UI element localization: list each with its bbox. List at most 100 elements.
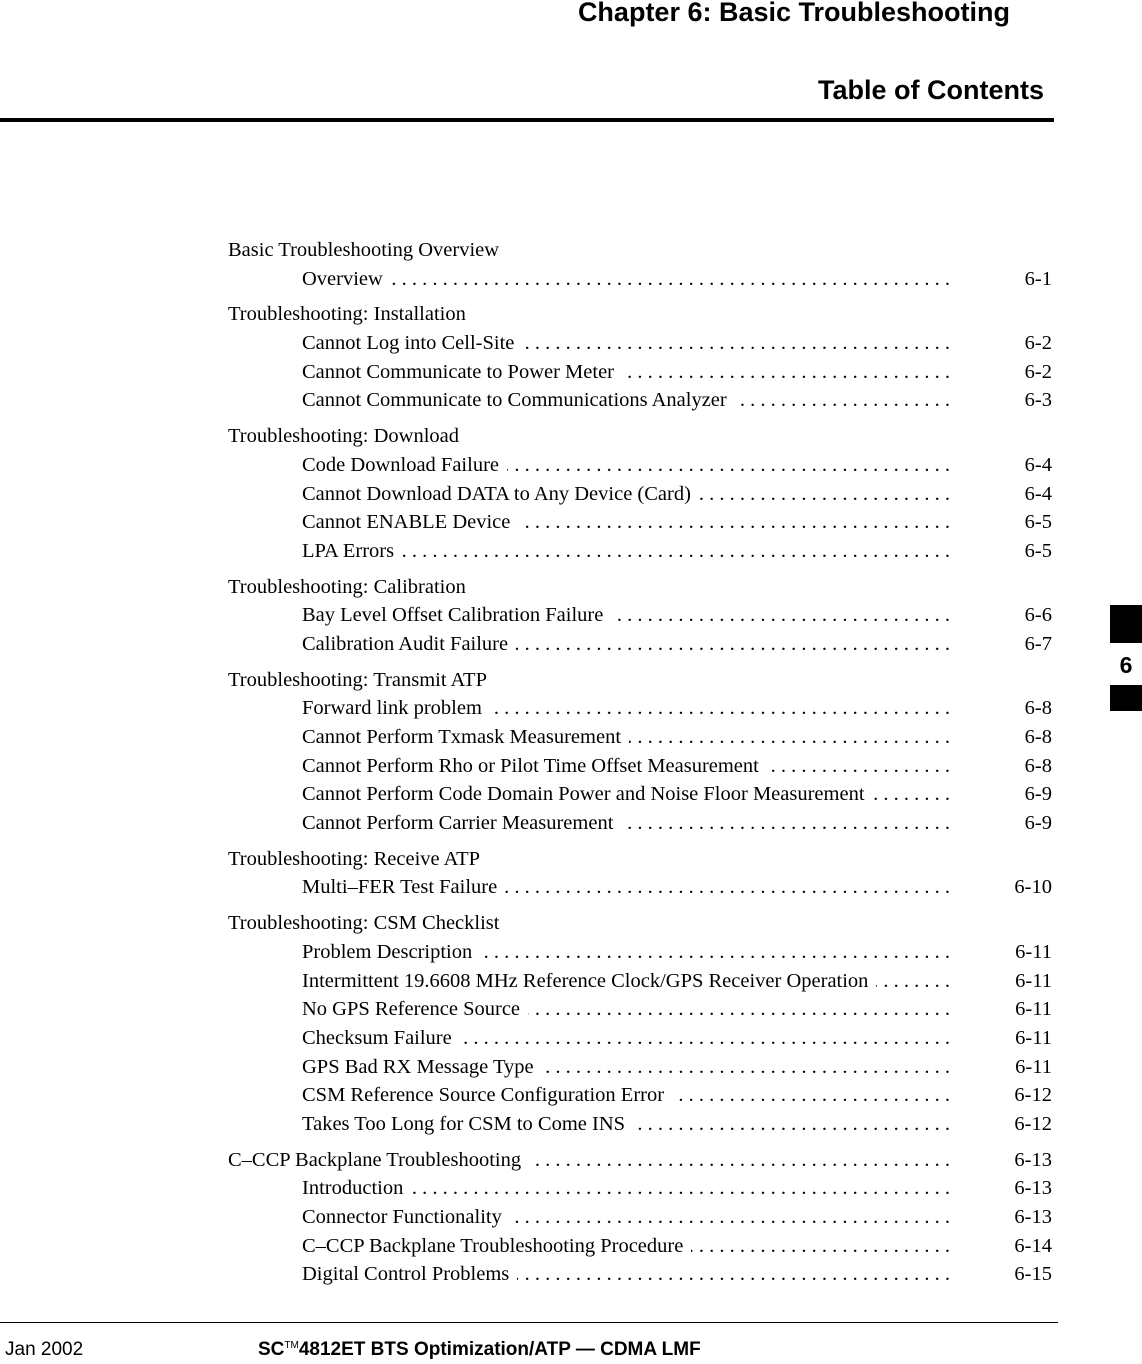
toc-entry[interactable]: . . . . . . . . . . . . . . . . . . . . … <box>0 1203 1142 1232</box>
toc-entry[interactable]: . . . . . . . . . . . . . . . . . . . . … <box>0 1174 1142 1204</box>
page-number: 6-4 <box>1024 453 1052 476</box>
footer-title-prefix: SC <box>258 1339 285 1360</box>
toc-entry[interactable]: . . . . . . . . . . . . . . . . . . . . … <box>0 479 1142 509</box>
toc-entry[interactable]: . . . . . . . . . . . . . . . . . . . . … <box>0 329 1142 358</box>
chapter-title: Chapter 6: Basic Troubleshooting <box>577 0 1010 27</box>
header-rule <box>0 118 1054 122</box>
entry-label: Cannot Perform Rho or Pilot Time Offset … <box>302 751 767 781</box>
entry-label: Forward link problem <box>302 694 490 724</box>
toc-entry[interactable]: . . . . . . . . . . . . . . . . . . . . … <box>0 780 1142 810</box>
page-number: 6-6 <box>1024 604 1052 627</box>
page-number: 6-11 <box>1015 940 1052 963</box>
page-number: 6-5 <box>1024 539 1052 562</box>
toc-entry[interactable]: . . . . . . . . . . . . . . . . . . . . … <box>0 1081 1142 1110</box>
toc-section-heading[interactable]: Troubleshooting: Calibration <box>0 572 1142 602</box>
page-number: 6-11 <box>1015 1055 1052 1078</box>
page-number: 6-5 <box>1024 511 1052 534</box>
toc-entry[interactable]: . . . . . . . . . . . . . . . . . . . . … <box>0 1052 1142 1082</box>
toc-entry[interactable]: . . . . . . . . . . . . . . . . . . . . … <box>0 536 1142 566</box>
toc-entry[interactable]: . . . . . . . . . . . . . . . . . . . . … <box>0 966 1142 996</box>
toc-section-heading[interactable]: Troubleshooting: Receive ATP <box>0 844 1142 874</box>
toc-entry[interactable]: . . . . . . . . . . . . . . . . . . . . … <box>0 264 1142 294</box>
entry-label: No GPS Reference Source <box>302 995 529 1024</box>
toc-entry[interactable]: . . . . . . . . . . . . . . . . . . . . … <box>0 694 1142 724</box>
entry-label: Cannot Download DATA to Any Device (Card… <box>302 479 699 509</box>
trademark-mark: TM <box>284 1340 299 1351</box>
toc-section-heading[interactable]: Basic Troubleshooting Overview <box>0 236 1142 265</box>
toc-entry[interactable]: . . . . . . . . . . . . . . . . . . . . … <box>0 1260 1142 1290</box>
entry-label: Connector Functionality <box>302 1203 510 1232</box>
toc-section-heading[interactable]: Troubleshooting: CSM Checklist <box>0 909 1142 938</box>
entry-label: C–CCP Backplane Troubleshooting Procedur… <box>302 1231 692 1261</box>
toc-section-heading[interactable]: Troubleshooting: Download <box>0 422 1142 451</box>
page-number: 6-8 <box>1024 697 1052 720</box>
toc-section-heading[interactable]: Troubleshooting: Installation <box>0 300 1142 330</box>
toc-entry[interactable]: . . . . . . . . . . . . . . . . . . . . … <box>0 629 1142 659</box>
entry-label: Calibration Audit Failure <box>302 629 517 659</box>
footer-rule <box>0 1322 1058 1323</box>
entry-label: Introduction <box>302 1174 412 1204</box>
page-number: 6-2 <box>1024 360 1052 383</box>
footer-title-rest: 4812ET BTS Optimization/ATP — CDMA LMF <box>298 1339 701 1360</box>
entry-label: Intermittent 19.6608 MHz Reference Clock… <box>302 966 877 996</box>
entry-label: Cannot Perform Carrier Measurement <box>302 809 622 838</box>
entry-label: Cannot Communicate to Power Meter <box>302 357 622 387</box>
footer-title: SCTM4812ET BTS Optimization/ATP — CDMA L… <box>258 1339 701 1361</box>
section-heading-label: Troubleshooting: Transmit ATP <box>228 665 495 695</box>
entry-label: Cannot Log into Cell-Site <box>302 329 523 358</box>
toc-entry[interactable]: . . . . . . . . . . . . . . . . . . . . … <box>0 508 1142 537</box>
entry-label: Cannot Perform Code Domain Power and Noi… <box>302 780 873 810</box>
entry-label: Digital Control Problems <box>302 1260 518 1290</box>
entry-label: Checksum Failure <box>302 1023 460 1053</box>
chapter-tab-block-bottom <box>1110 685 1142 711</box>
section-title: Table of Contents <box>818 75 1044 105</box>
toc-section-heading[interactable]: . . . . . . . . . . . . . . . . . . . . … <box>0 1145 1142 1175</box>
entry-label: CSM Reference Source Configuration Error <box>302 1081 673 1110</box>
toc-entry[interactable]: . . . . . . . . . . . . . . . . . . . . … <box>0 995 1142 1024</box>
page-number: 6-13 <box>1014 1177 1052 1200</box>
toc-entry[interactable]: . . . . . . . . . . . . . . . . . . . . … <box>0 1023 1142 1053</box>
section-heading-label: Troubleshooting: Installation <box>228 300 474 330</box>
page-number: 6-12 <box>1014 1084 1052 1107</box>
toc-entry[interactable]: . . . . . . . . . . . . . . . . . . . . … <box>0 873 1142 903</box>
section-heading-label: Troubleshooting: Receive ATP <box>228 844 489 874</box>
page-number: 6-14 <box>1014 1234 1052 1257</box>
page-number: 6-3 <box>1024 389 1052 412</box>
toc-entry[interactable]: . . . . . . . . . . . . . . . . . . . . … <box>0 450 1142 480</box>
entry-label: Takes Too Long for CSM to Come INS <box>302 1109 634 1139</box>
toc-entry[interactable]: . . . . . . . . . . . . . . . . . . . . … <box>0 751 1142 781</box>
page-number: 6-13 <box>1014 1206 1052 1228</box>
section-heading-label: Basic Troubleshooting Overview <box>228 236 508 265</box>
entry-label: Cannot Communicate to Communications Ana… <box>302 386 735 416</box>
section-heading-label: C–CCP Backplane Troubleshooting <box>228 1145 530 1175</box>
entry-label: GPS Bad RX Message Type <box>302 1052 542 1082</box>
page-number: 6-9 <box>1024 812 1052 835</box>
toc-entry[interactable]: . . . . . . . . . . . . . . . . . . . . … <box>0 601 1142 630</box>
chapter-tab-number: 6 <box>1119 652 1133 678</box>
entry-label: Overview <box>302 264 391 294</box>
page-number: 6-7 <box>1024 632 1052 655</box>
page-number: 6-8 <box>1024 726 1052 748</box>
chapter-tab-block-top <box>1110 605 1142 643</box>
section-heading-label: Troubleshooting: Download <box>228 422 468 451</box>
table-of-contents: Basic Troubleshooting Overview . . . . . … <box>0 236 1142 1290</box>
toc-entry[interactable]: . . . . . . . . . . . . . . . . . . . . … <box>0 937 1142 967</box>
entry-label: Cannot ENABLE Device <box>302 508 519 537</box>
page-number: 6-11 <box>1015 998 1052 1021</box>
entry-label: Code Download Failure <box>302 450 507 480</box>
page-number: 6-12 <box>1014 1112 1052 1135</box>
toc-entry[interactable]: . . . . . . . . . . . . . . . . . . . . … <box>0 723 1142 752</box>
toc-section-heading[interactable]: Troubleshooting: Transmit ATP <box>0 665 1142 695</box>
page-number: 6-13 <box>1014 1148 1052 1171</box>
toc-entry[interactable]: . . . . . . . . . . . . . . . . . . . . … <box>0 1231 1142 1261</box>
page-number: 6-15 <box>1014 1263 1052 1286</box>
page-number: 6-11 <box>1015 969 1052 992</box>
toc-entry[interactable]: . . . . . . . . . . . . . . . . . . . . … <box>0 1109 1142 1139</box>
entry-label: Cannot Perform Txmask Measurement <box>302 723 630 752</box>
entry-label: Bay Level Offset Calibration Failure <box>302 601 612 630</box>
dot-leader: . . . . . . . . . . . . . . . . . . . . … <box>302 267 950 290</box>
toc-entry[interactable]: . . . . . . . . . . . . . . . . . . . . … <box>0 357 1142 387</box>
toc-entry[interactable]: . . . . . . . . . . . . . . . . . . . . … <box>0 386 1142 416</box>
page-number: 6-2 <box>1024 332 1052 355</box>
toc-entry[interactable]: . . . . . . . . . . . . . . . . . . . . … <box>0 809 1142 838</box>
